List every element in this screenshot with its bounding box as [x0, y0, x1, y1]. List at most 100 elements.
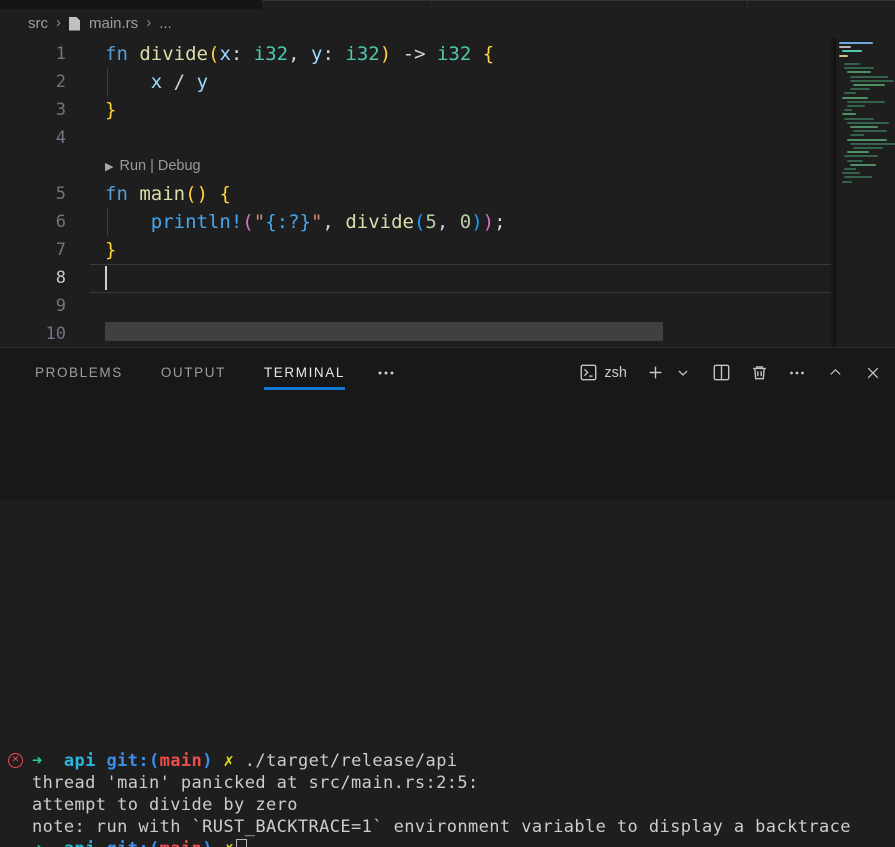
minimap-line — [842, 113, 856, 116]
code-line-1[interactable]: 1 fn divide(x: i32, y: i32) -> i32 { — [0, 40, 836, 68]
panel-header: PROBLEMS OUTPUT TERMINAL zsh — [0, 348, 895, 397]
new-terminal-plus-icon[interactable] — [645, 363, 665, 383]
terminal-line: ✕ ➜ api git:(main) ✗ ./target/release/api — [8, 750, 457, 772]
minimap-line — [842, 180, 852, 183]
minimap-shadow — [829, 38, 836, 347]
code-line-4[interactable]: 4 — [0, 124, 836, 152]
terminal-line: ➜ api git:(main) ✗ — [32, 838, 248, 847]
editor-tab-strip[interactable] — [0, 0, 895, 9]
panel-tab-label: OUTPUT — [160, 365, 226, 380]
minimap[interactable] — [836, 38, 895, 347]
minimap-line — [850, 88, 870, 91]
minimap-line — [850, 75, 888, 78]
codelens-label[interactable]: Run | Debug — [119, 158, 200, 174]
line-number[interactable]: 1 — [0, 40, 66, 68]
terminal-token: thread 'main' panicked at src/main.rs:2:… — [32, 773, 479, 793]
terminal-token: git:( — [106, 839, 159, 847]
horizontal-scrollbar[interactable] — [105, 322, 663, 341]
code-token: : — [322, 43, 334, 65]
minimap-line — [850, 142, 895, 145]
panel-tab-output[interactable]: OUTPUT — [142, 348, 245, 397]
terminal-token: ) — [202, 839, 213, 847]
shell-label[interactable]: zsh — [604, 365, 627, 381]
line-number[interactable]: 2 — [0, 68, 66, 96]
terminal-output[interactable]: ✕ ➜ api git:(main) ✗ ./target/release/api… — [0, 744, 895, 847]
line-number[interactable]: 10 — [0, 320, 66, 347]
terminal-token: ✗ — [223, 839, 234, 847]
minimap-line — [847, 100, 885, 103]
play-icon[interactable]: ▶ — [105, 160, 113, 173]
close-panel-x-icon[interactable] — [863, 363, 883, 383]
inactive-tabs-area[interactable] — [262, 0, 895, 9]
minimap-line — [850, 126, 878, 128]
terminal-line: attempt to divide by zero — [32, 794, 298, 816]
minimap-line — [850, 79, 894, 82]
code-token: 0 — [459, 211, 472, 233]
code-token: : — [230, 43, 243, 65]
tab-separator — [430, 0, 431, 9]
code-text: println!("{:?}", divide(5, 0)); — [105, 208, 506, 236]
code-line-9[interactable]: 9 — [0, 292, 836, 320]
line-number[interactable]: 5 — [0, 180, 66, 208]
maximize-panel-chevron-up-icon[interactable] — [825, 363, 845, 383]
active-tab-sliver[interactable] — [0, 0, 262, 9]
terminal-icon — [578, 363, 598, 383]
minimap-line — [850, 134, 864, 137]
breadcrumb-file[interactable]: main.rs — [89, 15, 138, 32]
line-number[interactable]: 7 — [0, 236, 66, 264]
minimap-line — [844, 176, 872, 179]
minimap-line — [847, 138, 887, 141]
code-line-3[interactable]: 3} — [0, 96, 836, 124]
terminal-token: ➜ — [32, 751, 43, 771]
minimap-line — [844, 67, 874, 70]
more-actions-ellipsis-icon[interactable] — [787, 363, 807, 383]
split-terminal-icon[interactable] — [711, 363, 731, 383]
line-number[interactable]: 9 — [0, 292, 66, 320]
panel-tab-problems[interactable]: PROBLEMS — [16, 348, 142, 397]
tabs-overflow-ellipsis-icon[interactable] — [376, 363, 396, 383]
minimap-line — [839, 54, 848, 57]
codelens-run-debug[interactable]: ▶ Run | Debug — [105, 152, 201, 180]
minimap-line — [842, 50, 862, 53]
minimap-line — [847, 151, 869, 154]
code-token: ( — [242, 211, 254, 233]
code-token: ( — [207, 43, 220, 65]
code-line-5[interactable]: 5 fn main() { — [0, 180, 836, 208]
bottom-panel: PROBLEMS OUTPUT TERMINAL zsh ✕ ➜ api git… — [0, 347, 895, 847]
code-token: divide — [345, 211, 414, 233]
code-token: { — [482, 43, 495, 65]
code-text: fn main() { — [105, 180, 231, 208]
code-line-6[interactable]: 6 println!("{:?}", divide(5, 0)); — [0, 208, 836, 236]
code-editor[interactable]: 1 fn divide(x: i32, y: i32) -> i32 {2 x /… — [0, 38, 895, 347]
code-line-7[interactable]: 7} — [0, 236, 836, 264]
file-icon — [69, 16, 80, 31]
chevron-down-icon[interactable] — [673, 363, 693, 383]
code-token: x — [219, 43, 231, 65]
code-token: fn — [105, 183, 128, 205]
minimap-line — [844, 92, 856, 95]
kill-terminal-trash-icon[interactable] — [749, 363, 769, 383]
line-number[interactable]: 4 — [0, 124, 66, 152]
terminal-token: api — [64, 839, 96, 847]
line-number[interactable]: 8 — [0, 264, 66, 292]
panel-tab-terminal[interactable]: TERMINAL — [245, 348, 364, 397]
terminal-token: main — [160, 839, 203, 847]
minimap-line — [847, 71, 871, 74]
code-line-2[interactable]: 2 x / y — [0, 68, 836, 96]
line-number[interactable]: 3 — [0, 96, 66, 124]
breadcrumb-src[interactable]: src — [28, 15, 48, 32]
line-number[interactable]: 6 — [0, 208, 66, 236]
breadcrumb-symbol[interactable]: ... — [159, 15, 172, 32]
code-line-8[interactable]: 8 — [0, 264, 836, 292]
code-token: x — [150, 71, 163, 93]
code-token: ( — [185, 183, 197, 205]
